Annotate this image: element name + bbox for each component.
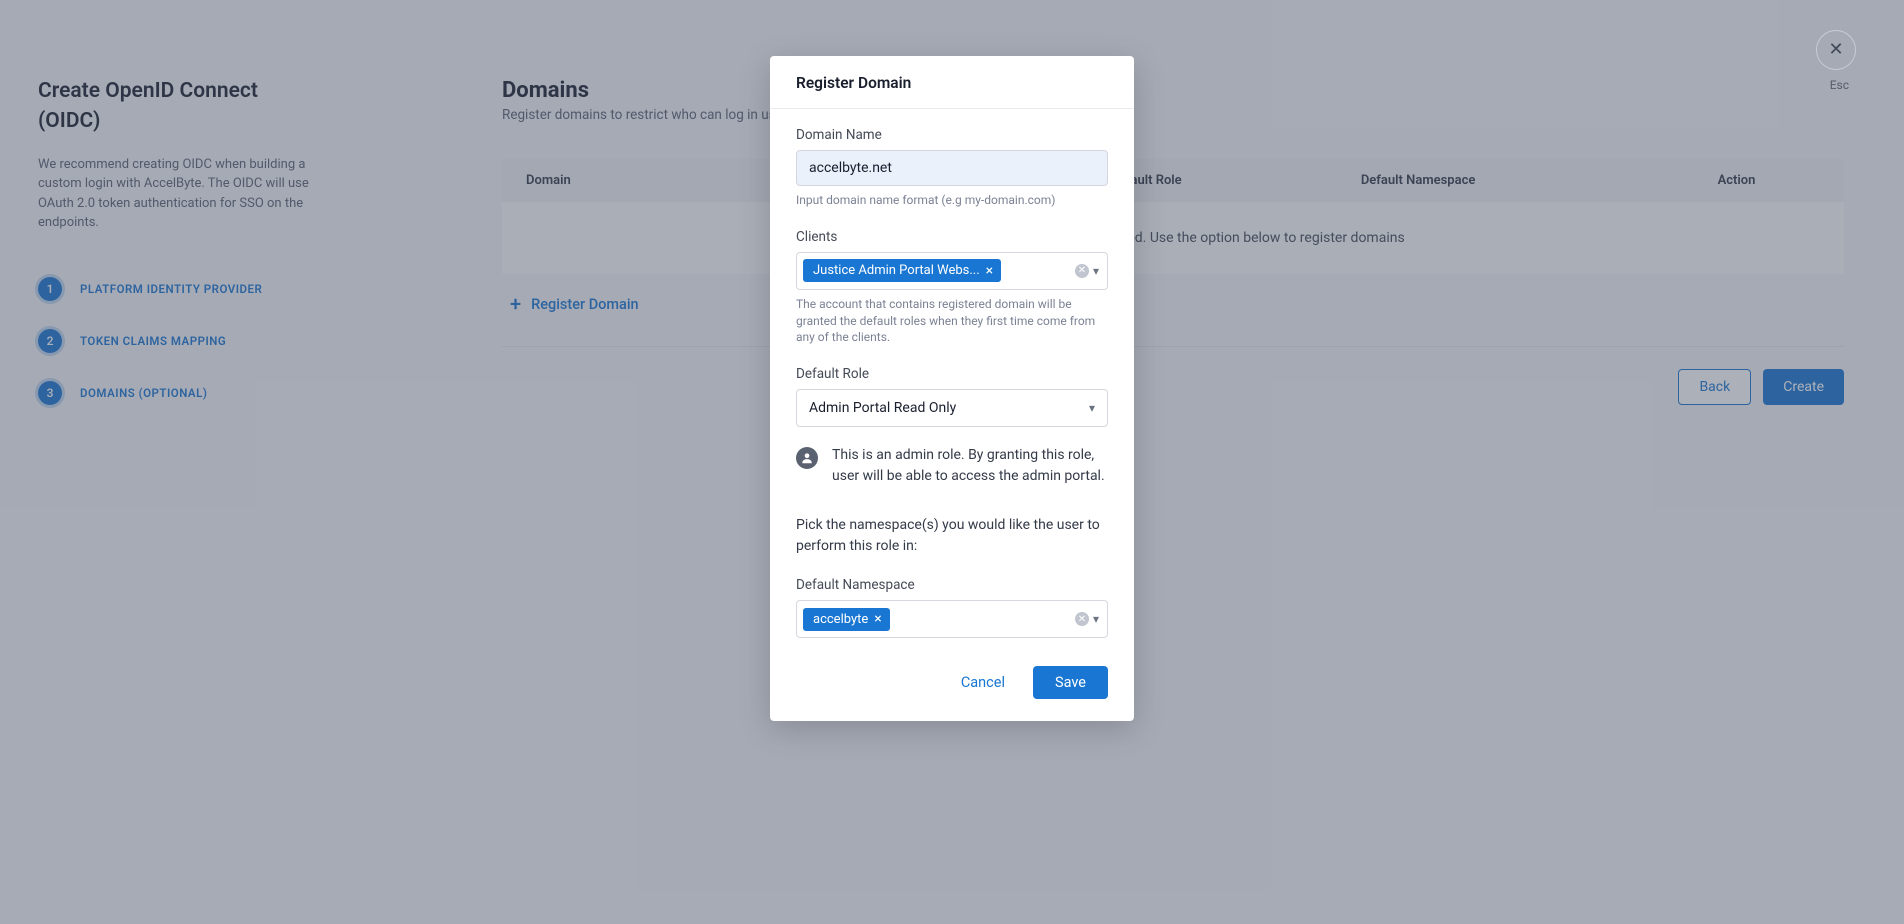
default-role-value: Admin Portal Read Only [809, 400, 956, 416]
close-icon: ✕ [1828, 41, 1843, 59]
chevron-down-icon: ▾ [1089, 401, 1095, 415]
person-icon [796, 447, 818, 469]
default-role-select[interactable]: Admin Portal Read Only ▾ [796, 389, 1108, 427]
namespace-instruction: Pick the namespace(s) you would like the… [796, 515, 1108, 557]
domain-name-label: Domain Name [796, 127, 1108, 143]
namespace-tag-text: accelbyte [813, 612, 868, 627]
close-button[interactable]: ✕ [1816, 30, 1856, 70]
clear-icon[interactable]: ✕ [1075, 264, 1089, 278]
default-namespace-select[interactable]: accelbyte × ✕ ▾ [796, 600, 1108, 638]
modal-header: Register Domain [770, 56, 1134, 109]
register-domain-modal: Register Domain Domain Name Input domain… [770, 56, 1134, 721]
clear-icon[interactable]: ✕ [1075, 612, 1089, 626]
namespace-tag: accelbyte × [803, 608, 890, 631]
default-role-label: Default Role [796, 366, 1108, 382]
role-info-text: This is an admin role. By granting this … [832, 445, 1108, 487]
clients-label: Clients [796, 229, 1108, 245]
domain-name-hint: Input domain name format (e.g my-domain.… [796, 192, 1108, 209]
tag-remove-icon[interactable]: × [986, 264, 993, 278]
clients-field: Clients Justice Admin Portal Webs... × ✕… [796, 229, 1108, 346]
chevron-down-icon[interactable]: ▾ [1093, 264, 1099, 278]
modal-body: Domain Name Input domain name format (e.… [770, 109, 1134, 721]
domain-name-input[interactable] [796, 150, 1108, 186]
clients-select[interactable]: Justice Admin Portal Webs... × ✕ ▾ [796, 252, 1108, 290]
default-role-field: Default Role Admin Portal Read Only ▾ Th… [796, 366, 1108, 487]
save-button[interactable]: Save [1033, 666, 1108, 699]
clients-hint: The account that contains registered dom… [796, 296, 1108, 346]
chevron-down-icon[interactable]: ▾ [1093, 612, 1099, 626]
tag-remove-icon[interactable]: × [874, 612, 881, 626]
modal-footer: Cancel Save [796, 658, 1108, 699]
default-namespace-label: Default Namespace [796, 577, 1108, 593]
close-esc-label: Esc [1830, 78, 1849, 92]
cancel-button[interactable]: Cancel [957, 666, 1009, 699]
client-tag-text: Justice Admin Portal Webs... [813, 263, 980, 278]
domain-name-field: Domain Name Input domain name format (e.… [796, 127, 1108, 209]
default-namespace-field: Default Namespace accelbyte × ✕ ▾ [796, 577, 1108, 638]
role-info-row: This is an admin role. By granting this … [796, 445, 1108, 487]
modal-title: Register Domain [796, 74, 1108, 92]
client-tag: Justice Admin Portal Webs... × [803, 259, 1001, 282]
